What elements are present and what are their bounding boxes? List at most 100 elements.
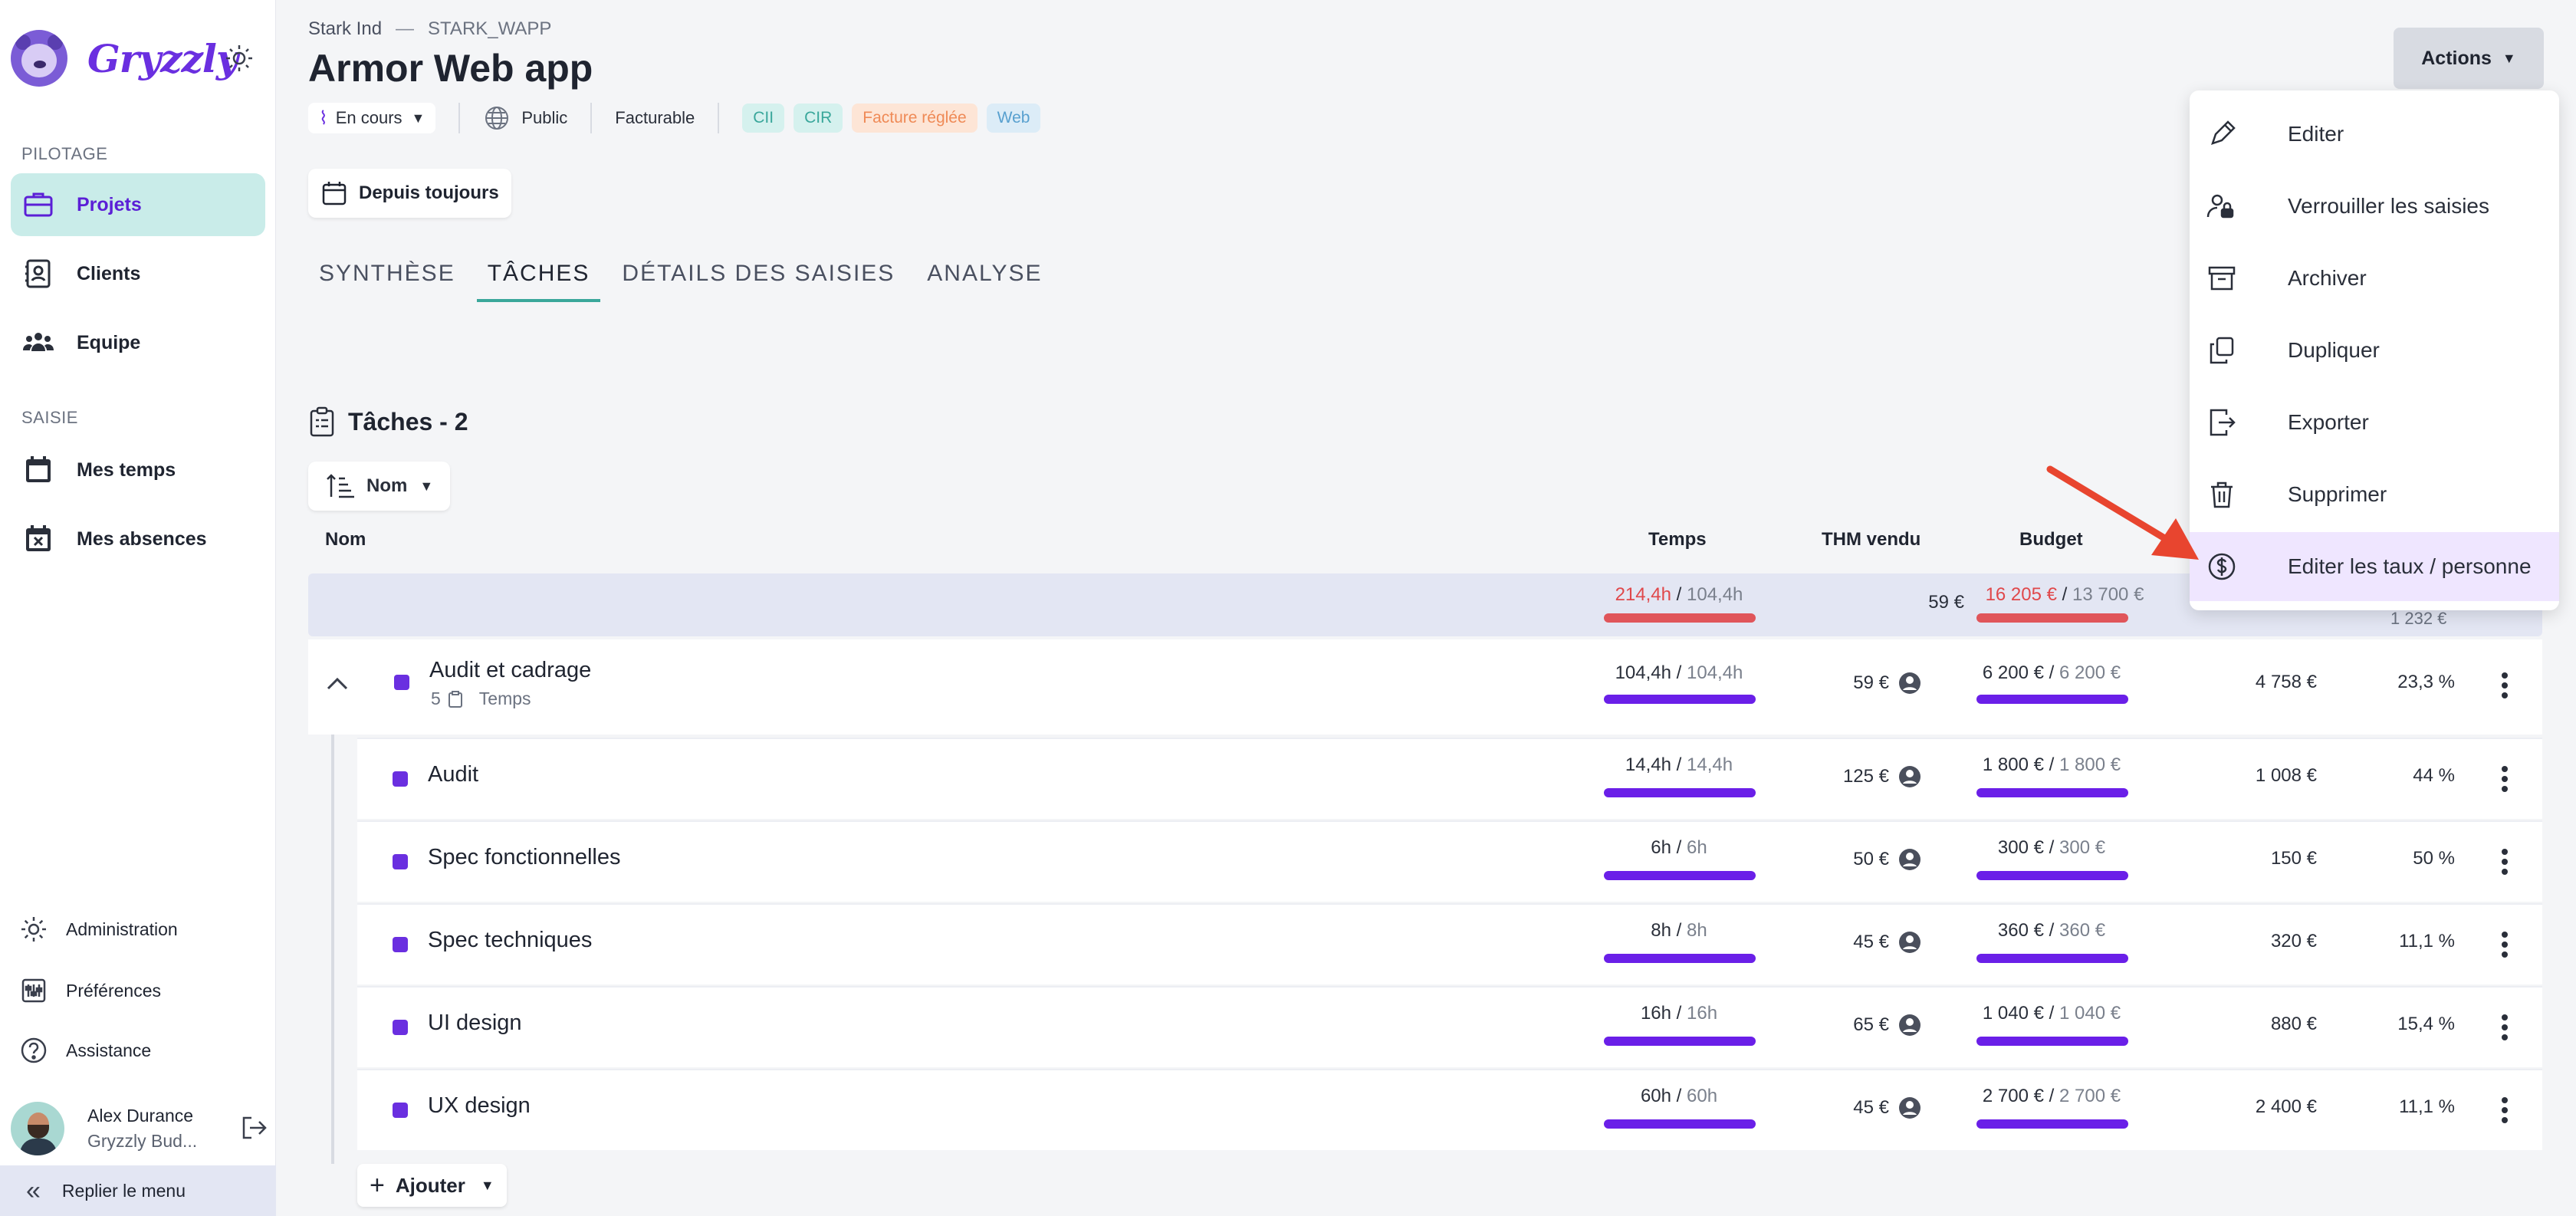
chevron-up-icon[interactable] (324, 670, 351, 698)
collapse-menu-button[interactable]: « Replier le menu (0, 1165, 276, 1216)
more-vertical-icon[interactable] (2501, 931, 2509, 958)
menu-item-verrouiller[interactable]: Verrouiller les saisies (2190, 172, 2559, 241)
duplicate-icon (2210, 337, 2234, 364)
column-header-thm[interactable]: THM vendu (1822, 529, 1921, 550)
tab-synthese[interactable]: SYNTHÈSE (308, 261, 466, 302)
table-row[interactable]: UI design 16h / 16h 65 € 1 040 € / 1 040… (357, 986, 2542, 1067)
clipboard-icon (448, 690, 462, 708)
billing-label: Facturable (615, 108, 695, 127)
sidebar-item-label: Mes temps (77, 458, 176, 481)
menu-item-supprimer[interactable]: Supprimer (2190, 460, 2559, 529)
breadcrumb-client[interactable]: Stark Ind (308, 18, 382, 39)
task-name[interactable]: UI design (428, 1011, 522, 1036)
sort-ascending-icon (327, 474, 354, 498)
task-percent: 11,1 % (2399, 931, 2455, 951)
calendar-icon (322, 182, 347, 205)
task-percent: 44 % (2413, 765, 2455, 786)
calendar-x-icon (26, 525, 51, 551)
person-circle-icon (1899, 766, 1921, 787)
date-filter-button[interactable]: Depuis toujours (308, 169, 511, 218)
status-dropdown[interactable]: ⌇ En cours ▼ (308, 103, 436, 133)
collapse-label: Replier le menu (61, 1180, 186, 1201)
menu-item-archiver[interactable]: Archiver (2190, 244, 2559, 313)
caret-down-icon: ▼ (411, 110, 426, 126)
user-name: Alex Durance (87, 1106, 194, 1126)
task-time: 104,4h / 104,4h (1615, 662, 1743, 683)
tab-details-saisies[interactable]: DÉTAILS DES SAISIES (611, 261, 905, 302)
logo[interactable]: Gryzzly (11, 28, 238, 89)
logout-icon[interactable] (238, 1112, 270, 1144)
actions-button[interactable]: Actions ▼ (2394, 28, 2544, 89)
task-subinfo: 5 Temps (431, 689, 531, 709)
menu-item-exporter[interactable]: Exporter (2190, 388, 2559, 457)
task-thm[interactable]: 45 € (1799, 1096, 1921, 1119)
trash-icon (2211, 481, 2233, 508)
task-amount: 1 008 € (2255, 765, 2317, 786)
sidebar-item-mes-temps[interactable]: Mes temps (11, 439, 265, 501)
task-thm[interactable]: 65 € (1799, 1014, 1921, 1037)
menu-item-editer-taux[interactable]: Editer les taux / personne (2190, 532, 2559, 601)
add-label: Ajouter (395, 1173, 465, 1197)
user-profile[interactable]: Alex Durance Gryzzly Bud... (11, 1101, 271, 1156)
tab-analyse[interactable]: ANALYSE (916, 261, 1053, 302)
tab-taches[interactable]: TÂCHES (476, 261, 601, 302)
menu-item-dupliquer[interactable]: Dupliquer (2190, 316, 2559, 385)
task-thm[interactable]: 59 € (1799, 672, 1921, 695)
divider (458, 103, 461, 133)
sidebar-item-preferences[interactable]: Préférences (18, 975, 161, 1006)
sidebar-item-projets[interactable]: Projets (11, 173, 265, 236)
sidebar-item-administration[interactable]: Administration (18, 914, 178, 945)
more-vertical-icon[interactable] (2501, 672, 2509, 699)
sort-button[interactable]: Nom ▼ (308, 462, 451, 511)
team-icon (23, 333, 54, 351)
pencil-icon (2211, 120, 2236, 145)
theme-toggle-sun-icon[interactable] (224, 43, 255, 74)
more-vertical-icon[interactable] (2501, 1014, 2509, 1041)
task-budget-bar (1976, 1037, 2128, 1046)
add-task-button[interactable]: + Ajouter ▼ (357, 1164, 507, 1207)
sidebar-item-equipe[interactable]: Equipe (11, 311, 265, 374)
table-row[interactable]: Spec fonctionnelles 6h / 6h 50 € 300 € /… (357, 820, 2542, 902)
task-time: 8h / 8h (1651, 920, 1707, 941)
column-header-name[interactable]: Nom (325, 529, 366, 550)
table-row[interactable]: Audit 14,4h / 14,4h 125 € 1 800 € / 1 80… (357, 738, 2542, 819)
column-header-time[interactable]: Temps (1648, 529, 1707, 550)
pointer-arrow-icon (2046, 465, 2199, 560)
calendar-icon (26, 456, 51, 482)
more-vertical-icon[interactable] (2501, 765, 2509, 793)
tabs: SYNTHÈSE TÂCHES DÉTAILS DES SAISIES ANAL… (308, 261, 1063, 302)
sidebar-item-label: Administration (66, 919, 178, 939)
sidebar-item-label: Assistance (66, 1040, 152, 1060)
task-time-bar (1604, 954, 1756, 963)
task-budget-bar (1976, 788, 2128, 797)
task-color-dot (393, 937, 408, 952)
divider (590, 103, 593, 133)
project-code: STARK_WAPP (428, 18, 552, 39)
table-row[interactable]: UX design 60h / 60h 45 € 2 700 € / 2 700… (357, 1069, 2542, 1150)
task-amount: 2 400 € (2255, 1096, 2317, 1117)
table-row[interactable]: Spec techniques 8h / 8h 45 € 360 € / 360… (357, 903, 2542, 984)
sidebar-item-assistance[interactable]: Assistance (18, 1035, 151, 1066)
task-thm[interactable]: 125 € (1799, 765, 1921, 788)
person-circle-icon (1899, 1097, 1921, 1119)
more-vertical-icon[interactable] (2501, 848, 2509, 876)
task-percent: 11,1 % (2399, 1096, 2455, 1117)
sidebar-item-clients[interactable]: Clients (11, 242, 265, 305)
more-vertical-icon[interactable] (2501, 1096, 2509, 1124)
sidebar-item-mes-absences[interactable]: Mes absences (11, 508, 265, 570)
task-name[interactable]: UX design (428, 1093, 531, 1119)
task-name[interactable]: Audit et cadrage (429, 658, 591, 683)
task-name[interactable]: Spec techniques (428, 928, 592, 953)
task-thm[interactable]: 45 € (1799, 931, 1921, 954)
task-name[interactable]: Audit (428, 762, 478, 787)
gear-icon (21, 917, 46, 942)
tag-cii: CII (742, 104, 785, 133)
menu-item-editer[interactable]: Editer (2190, 100, 2559, 169)
task-name[interactable]: Spec fonctionnelles (428, 845, 621, 870)
total-budget-bar (1976, 613, 2128, 623)
task-group-row[interactable]: Audit et cadrage 5 Temps 104,4h / 104,4h… (308, 639, 2542, 735)
sidebar-item-label: Projets (77, 193, 142, 215)
dollar-circle-icon (2208, 553, 2236, 580)
task-thm[interactable]: 50 € (1799, 848, 1921, 871)
sidebar-item-label: Clients (77, 262, 141, 284)
